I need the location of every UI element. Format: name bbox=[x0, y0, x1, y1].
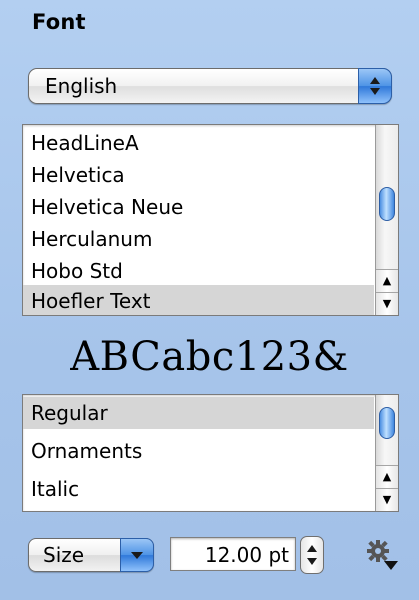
list-item[interactable]: Hobo Std bbox=[23, 255, 374, 287]
list-item-selected[interactable]: Hoefler Text bbox=[23, 285, 374, 315]
list-item[interactable]: Helvetica bbox=[23, 159, 374, 191]
size-popup-label: Size bbox=[43, 543, 85, 567]
font-family-list[interactable]: HeadLineA Helvetica Helvetica Neue Hercu… bbox=[22, 124, 399, 316]
stepper-arrows-icon[interactable] bbox=[300, 536, 324, 574]
gear-icon[interactable] bbox=[362, 537, 402, 577]
chevron-down-icon bbox=[120, 538, 154, 572]
scroll-up-icon[interactable]: ▲ bbox=[376, 465, 398, 488]
font-preview: ABCabc123& bbox=[70, 334, 349, 380]
panel-title: Font bbox=[32, 10, 86, 34]
list-item[interactable]: Herculanum bbox=[23, 223, 374, 255]
list-item[interactable]: Ornaments bbox=[23, 435, 374, 467]
font-size-field[interactable]: 12.00 pt bbox=[170, 537, 296, 571]
list-item[interactable]: HeadLineA bbox=[23, 127, 374, 159]
scroll-thumb[interactable] bbox=[379, 407, 395, 439]
collection-popup[interactable]: English bbox=[28, 68, 392, 104]
typeface-list[interactable]: Regular Ornaments Italic ▲ ▼ bbox=[22, 394, 399, 512]
list-item[interactable]: Helvetica Neue bbox=[23, 191, 374, 223]
up-down-arrows-icon bbox=[358, 68, 392, 104]
size-popup[interactable]: Size bbox=[28, 538, 154, 572]
scroll-down-icon[interactable]: ▼ bbox=[376, 488, 398, 511]
collection-popup-label: English bbox=[45, 74, 118, 98]
scroll-up-icon[interactable]: ▲ bbox=[376, 269, 398, 292]
font-panel: Font English HeadLineA Helvetica Helveti… bbox=[0, 0, 419, 600]
scroll-thumb[interactable] bbox=[379, 187, 395, 221]
font-list-scrollbar[interactable]: ▲ ▼ bbox=[375, 125, 398, 315]
list-item-selected[interactable]: Regular bbox=[23, 397, 374, 429]
typeface-list-scrollbar[interactable]: ▲ ▼ bbox=[375, 395, 398, 511]
list-item[interactable]: Italic bbox=[23, 473, 374, 505]
scroll-down-icon[interactable]: ▼ bbox=[376, 292, 398, 315]
